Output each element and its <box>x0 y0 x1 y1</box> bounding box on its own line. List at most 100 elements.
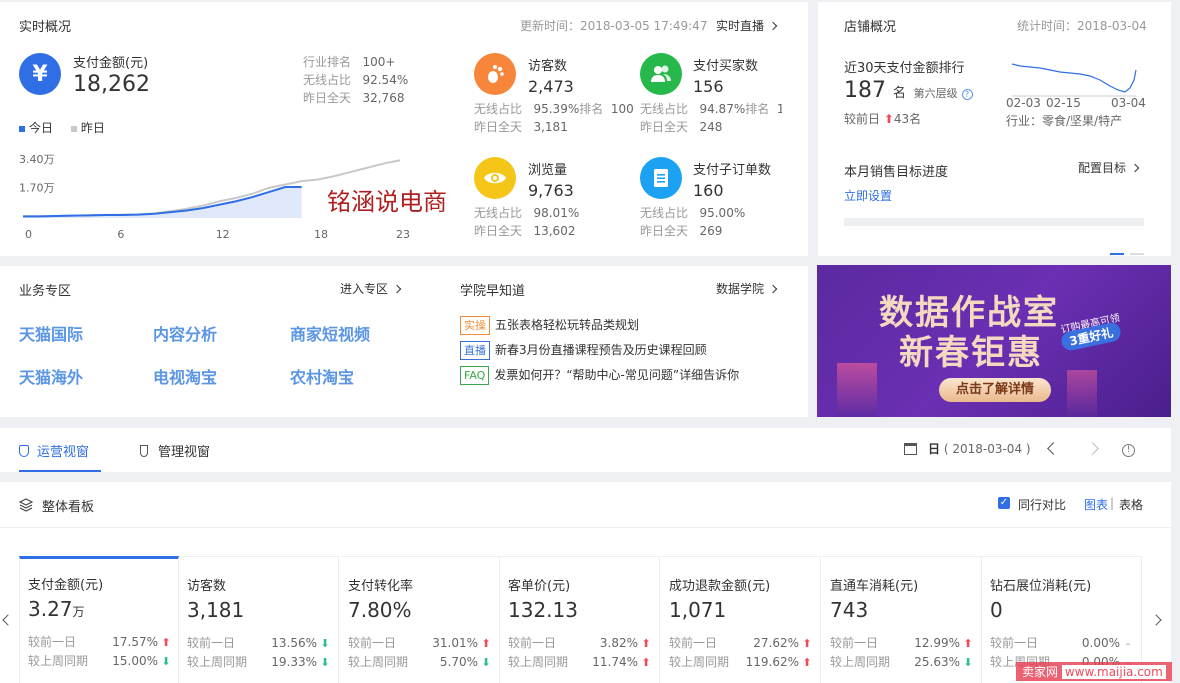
prev-date-button[interactable] <box>1047 442 1060 455</box>
chart-legend: 今日 昨日 <box>19 119 105 136</box>
scroll-right-button[interactable] <box>1150 614 1162 626</box>
banner-line2: 新春钜惠 <box>899 333 1043 373</box>
kpi-value: 7.80% <box>348 598 412 622</box>
shop-title: 店铺概况 <box>844 20 897 35</box>
flask-icon <box>140 445 148 457</box>
buyers-icon <box>640 53 682 95</box>
buyers-label: 支付买家数 <box>693 59 759 74</box>
table-view-toggle[interactable]: 表格 <box>1119 496 1143 513</box>
orders-sub: 无线占比 95.00% 昨日全天 269 <box>640 206 746 238</box>
academy-more-link[interactable]: 数据学院 <box>716 280 778 297</box>
arrow-down-icon: ⬇ <box>481 656 491 669</box>
views-sub: 无线占比 98.01% 昨日全天 13,602 <box>474 206 580 238</box>
peer-compare-checkbox[interactable]: ✓ <box>998 497 1010 509</box>
pay-rank: 行业排名 100+ 无线占比 92.54% 昨日全天 32,768 <box>303 55 409 105</box>
banner-cta[interactable]: 点击了解详情 <box>939 378 1051 402</box>
kpi-value: 3.27万 <box>28 597 85 621</box>
promo-banner[interactable]: 数据作战室 新春钜惠 订购最高可领 3重好礼 点击了解详情 <box>817 265 1171 417</box>
link-rural-taobao[interactable]: 农村淘宝 <box>290 364 354 388</box>
site-watermark: 卖家网 www.maijia.com <box>1016 662 1172 681</box>
scroll-left-button[interactable] <box>2 614 14 626</box>
buyers-value: 156 <box>693 77 724 96</box>
kpi-value: 3,181 <box>187 598 245 622</box>
live-link[interactable]: 实时直播 <box>716 17 778 34</box>
rank-change: 较前日 ⬆43名 <box>844 112 922 126</box>
eye-icon <box>474 157 516 199</box>
calendar-icon[interactable] <box>904 443 917 455</box>
buyers-sub: 无线占比 94.87%排名 1( 昨日全天 248 <box>640 102 782 134</box>
peer-compare-label[interactable]: 同行对比 <box>1018 496 1066 513</box>
info-icon[interactable]: ! <box>1122 444 1135 457</box>
link-short-video[interactable]: 商家短视频 <box>290 321 370 345</box>
x-tick-label: 12 <box>216 228 230 241</box>
kpi-card[interactable]: 支付转化率 7.80% 较前一日 31.01% ⬆ 较上周同期 5.70% ⬇ <box>340 556 500 683</box>
visitors-sub: 无线占比 95.39%排名 100 昨日全天 3,181 <box>474 102 634 134</box>
toggle-separator: | <box>1110 496 1115 510</box>
legend-yesterday: 昨日 <box>80 121 105 135</box>
kpi-card[interactable]: 支付金额(元) 3.27万 较前一日 17.57% ⬆ 较上周同期 15.00% ⬇ <box>19 556 179 683</box>
kpi-label: 支付金额(元) <box>28 578 104 593</box>
pay-value: 18,262 <box>73 72 150 97</box>
rank-value: 187 名 第六层级 ? <box>844 78 973 103</box>
kpi-card[interactable]: 直通车消耗(元) 743 较前一日 12.99% ⬆ 较上周同期 25.63% ⬇ <box>822 556 982 683</box>
x-tick-label: 18 <box>314 228 328 241</box>
link-content-analysis[interactable]: 内容分析 <box>153 321 217 345</box>
arrow-up-icon: ⬆ <box>802 637 812 650</box>
pager-dots[interactable] <box>1110 244 1144 258</box>
goal-title: 本月销售目标进度 <box>844 165 949 180</box>
goal-config-link[interactable]: 配置目标 <box>1078 159 1140 176</box>
footprint-icon <box>474 53 516 95</box>
academy-item[interactable]: 直播 新春3月份直播课程预告及历史课程回顾 <box>460 341 707 360</box>
yuan-icon: ¥ <box>19 53 61 95</box>
kpi-label: 客单价(元) <box>508 579 571 594</box>
realtime-card: 实时概况 更新时间：2018-03-05 17:49:47 实时直播 ¥ 支付金… <box>0 2 808 256</box>
arrow-down-icon: ⬇ <box>320 656 330 669</box>
visitors-value: 2,473 <box>528 77 574 96</box>
legend-today: 今日 <box>29 121 54 135</box>
rank-sparkline <box>1011 63 1137 97</box>
business-title: 业务专区 <box>19 284 72 299</box>
link-tv-taobao[interactable]: 电视淘宝 <box>153 364 217 388</box>
pay-label: 支付金额(元) <box>73 56 149 71</box>
layers-icon <box>18 498 34 512</box>
kpi-card[interactable]: 客单价(元) 132.13 较前一日 3.82% ⬆ 较上周同期 11.74% ⬆ <box>500 556 660 683</box>
kpi-value: 132.13 <box>508 598 578 622</box>
goal-progress-bar <box>844 218 1144 226</box>
spark-date-1: 02-03 <box>1006 96 1041 110</box>
update-time: 更新时间：2018-03-05 17:49:47 <box>520 19 708 33</box>
orders-value: 160 <box>693 181 724 200</box>
help-icon[interactable]: ? <box>961 89 973 100</box>
kpi-value: 0 <box>990 598 1003 622</box>
banner-buildings <box>837 363 877 417</box>
tab-mgmt[interactable]: 管理视窗 <box>140 441 210 460</box>
enter-link[interactable]: 进入专区 <box>340 280 402 297</box>
live-link-label: 实时直播 <box>716 19 765 33</box>
link-tmall-global[interactable]: 天猫国际 <box>19 321 83 345</box>
board-title: 整体看板 <box>42 500 95 515</box>
kpi-card[interactable]: 访客数 3,181 较前一日 13.56% ⬇ 较上周同期 19.33% ⬇ <box>179 556 339 683</box>
date-picker[interactable]: 日 ( 2018-03-04 ) <box>928 440 1031 457</box>
visitors-label: 访客数 <box>528 59 568 74</box>
arrow-up-icon: ⬆ <box>802 656 812 669</box>
academy-item[interactable]: 实操 五张表格轻松玩转品类规划 <box>460 316 639 335</box>
academy-item[interactable]: FAQ 发票如何开？“帮助中心-常见问题”详细告诉你 <box>460 366 739 385</box>
kpi-label: 访客数 <box>187 579 227 594</box>
chart-view-toggle[interactable]: 图表 <box>1084 496 1108 513</box>
arrow-up-icon: ⬆ <box>161 636 171 649</box>
shop-card: 店铺概况 统计时间：2018-03-04 近30天支付金额排行 187 名 第六… <box>818 2 1171 256</box>
kpi-label: 钻石展位消耗(元) <box>990 579 1092 594</box>
tab-ops[interactable]: 运营视窗 <box>19 441 89 460</box>
view-tab-bar: 运营视窗 管理视窗 日 ( 2018-03-04 ) ! <box>0 428 1171 472</box>
x-tick-label: 6 <box>117 228 124 241</box>
academy-title: 学院早知道 <box>460 284 526 299</box>
arrow-down-icon: ⬇ <box>320 637 330 650</box>
set-now-link[interactable]: 立即设置 <box>844 187 892 204</box>
kpi-value: 743 <box>830 598 869 622</box>
tag-practice: 实操 <box>460 316 490 335</box>
arrow-up-icon: ⬆ <box>641 637 651 650</box>
next-date-button[interactable] <box>1086 442 1099 455</box>
arrow-down-icon: ⬇ <box>963 656 973 669</box>
link-tmall-overseas[interactable]: 天猫海外 <box>19 364 83 388</box>
kpi-card[interactable]: 成功退款金额(元) 1,071 较前一日 27.62% ⬆ 较上周同期 119.62% ⬆ <box>661 556 821 683</box>
stat-time: 统计时间：2018-03-04 <box>1017 19 1147 33</box>
